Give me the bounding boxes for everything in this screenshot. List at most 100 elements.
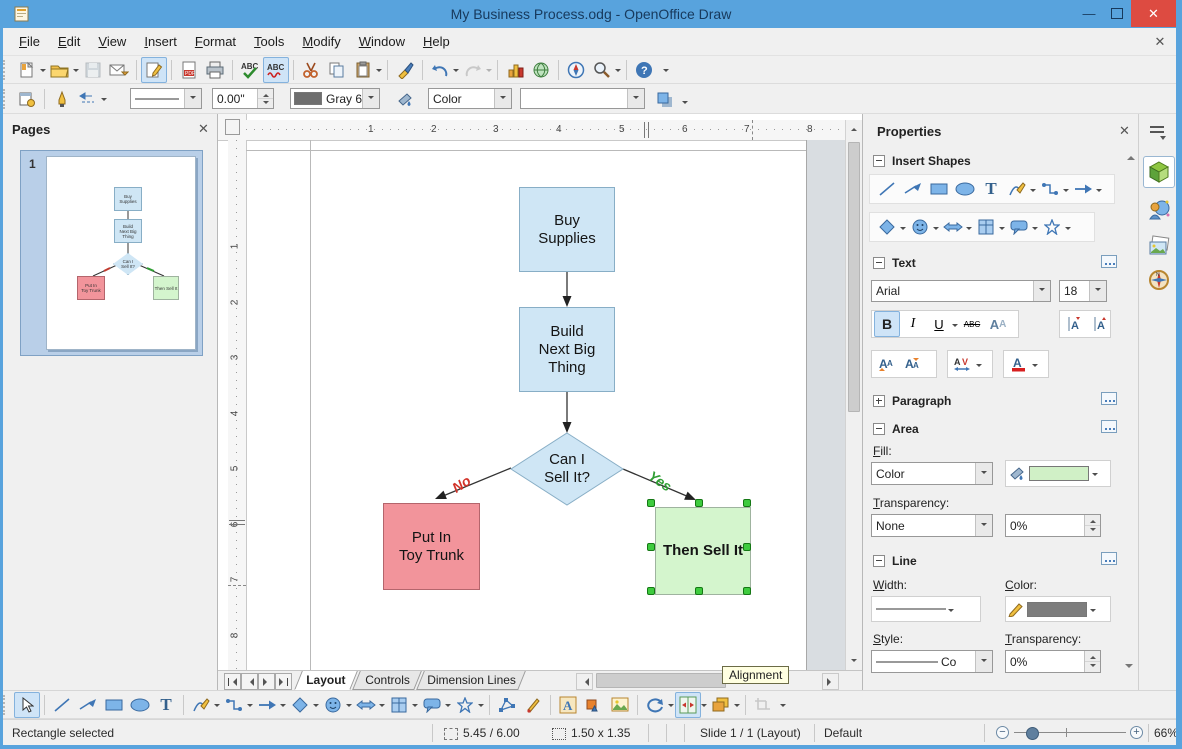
arrow-tool-icon[interactable] — [75, 692, 101, 718]
rotate-dropdown-icon[interactable] — [668, 704, 674, 710]
lines-arrows-dropdown-icon[interactable] — [280, 704, 286, 710]
line-width-spinner[interactable]: 0.00" — [212, 88, 274, 109]
arrange-icon[interactable] — [708, 692, 734, 718]
font-size-select[interactable]: 18 — [1059, 280, 1107, 302]
collapse-icon[interactable] — [873, 423, 885, 435]
line-transparency-down-icon[interactable] — [1085, 662, 1100, 672]
vertical-scrollbar-thumb[interactable] — [848, 142, 860, 412]
zoom-out-icon[interactable]: − — [996, 726, 1009, 739]
arrow-style-dropdown-icon[interactable] — [101, 98, 107, 104]
pages-panel-close-icon[interactable]: ✕ — [198, 121, 209, 137]
undo-dropdown-icon[interactable] — [453, 69, 459, 75]
symbol-shapes-dropdown-icon[interactable] — [346, 704, 352, 710]
block-arrows-tool-icon[interactable] — [940, 214, 966, 240]
hscroll-right-icon[interactable] — [822, 673, 839, 690]
flowchart-node-can-i-sell-it[interactable]: Can I Sell It? — [522, 447, 612, 491]
fontwork-icon[interactable]: A — [555, 692, 581, 718]
arrow-style-icon[interactable] — [75, 86, 101, 112]
transparency-down-icon[interactable] — [1085, 526, 1100, 536]
tab-dimension-lines[interactable]: Dimension Lines — [416, 671, 526, 690]
glue-points-icon[interactable] — [520, 692, 546, 718]
zoom-level[interactable]: 66% — [1154, 726, 1178, 740]
sidebar-tab-navigator[interactable]: N — [1143, 264, 1175, 296]
flowchart-tool-icon[interactable] — [386, 692, 412, 718]
menu-modify[interactable]: Modify — [293, 30, 349, 53]
increase-spacing-icon[interactable]: A — [1062, 311, 1088, 337]
area-dialog-launcher-icon[interactable] — [1101, 420, 1117, 433]
arrow-tool-icon[interactable] — [900, 176, 926, 202]
navigator-icon[interactable] — [563, 57, 589, 83]
close-button[interactable]: ✕ — [1131, 0, 1176, 27]
menu-format[interactable]: Format — [186, 30, 245, 53]
menu-file[interactable]: File — [10, 30, 49, 53]
rectangle-tool-icon[interactable] — [926, 176, 952, 202]
character-spacing-dropdown-icon[interactable] — [976, 363, 982, 370]
line-transparency-spinner[interactable]: 0% — [1005, 650, 1101, 673]
line-style-select[interactable] — [130, 88, 202, 109]
font-name-value[interactable]: Arial — [872, 284, 1033, 298]
toolbar-grip[interactable] — [3, 88, 10, 109]
select-tool-icon[interactable] — [14, 691, 40, 718]
sidebar-tab-images[interactable] — [1143, 230, 1175, 262]
paste-icon[interactable] — [350, 57, 376, 83]
spellcheck-icon[interactable]: ABC — [237, 57, 263, 83]
zoom-in-icon[interactable]: + — [1130, 726, 1143, 739]
transparency-value-spinner[interactable]: 0% — [1005, 514, 1101, 537]
panel-scroll-down-icon[interactable] — [1125, 664, 1133, 672]
area-fill-type-select[interactable]: Color — [871, 462, 993, 485]
area-fill-color-button[interactable] — [1005, 460, 1111, 487]
flowchart-dropdown-icon[interactable] — [999, 226, 1005, 233]
ellipse-tool-icon[interactable] — [127, 692, 153, 718]
shadow-icon[interactable] — [652, 87, 678, 113]
flowchart-node-put-in-toy-trunk[interactable]: Put In Toy Trunk — [383, 503, 480, 590]
ellipse-tool-icon[interactable] — [952, 176, 978, 202]
block-arrows-dropdown-icon[interactable] — [379, 704, 385, 710]
sidebar-tab-gallery[interactable] — [1143, 194, 1175, 226]
connector-tool-icon[interactable] — [221, 692, 247, 718]
basic-shapes-tool-icon[interactable] — [287, 692, 313, 718]
styles-icon[interactable] — [14, 86, 40, 112]
alignment-icon[interactable] — [675, 691, 701, 718]
selection-handle[interactable] — [647, 587, 655, 595]
line-color-dropdown-icon[interactable] — [1090, 608, 1096, 615]
curve-dropdown-icon[interactable] — [214, 704, 220, 710]
area-dialog-icon[interactable] — [392, 87, 418, 113]
curve-tool-icon[interactable] — [1004, 176, 1030, 202]
stars-tool-icon[interactable] — [452, 692, 478, 718]
new-dropdown-icon[interactable] — [40, 69, 46, 75]
callouts-tool-icon[interactable] — [1006, 214, 1032, 240]
menu-edit[interactable]: Edit — [49, 30, 89, 53]
section-insert-shapes[interactable]: Insert Shapes — [873, 154, 971, 168]
fill-type-value[interactable]: Color — [429, 92, 494, 106]
export-pdf-icon[interactable]: PDF — [176, 57, 202, 83]
chart-icon[interactable] — [502, 57, 528, 83]
arrange-dropdown-icon[interactable] — [734, 704, 740, 710]
selection-handle[interactable] — [695, 587, 703, 595]
menu-insert[interactable]: Insert — [135, 30, 186, 53]
line-dialog-icon[interactable] — [49, 86, 75, 112]
clone-formatting-icon[interactable] — [392, 57, 418, 83]
autospellcheck-icon[interactable]: ABC — [263, 56, 289, 83]
edit-points-icon[interactable] — [494, 692, 520, 718]
transparency-mode-select[interactable]: None — [871, 514, 993, 537]
toolbar-grip[interactable] — [3, 694, 10, 715]
text-tool-icon[interactable]: T — [153, 692, 179, 718]
line-tool-icon[interactable] — [874, 176, 900, 202]
underline-dropdown-icon[interactable] — [952, 323, 958, 330]
zoom-dropdown-icon[interactable] — [615, 69, 621, 75]
scroll-down-icon[interactable] — [846, 654, 862, 670]
print-icon[interactable] — [202, 57, 228, 83]
vertical-scrollbar[interactable] — [845, 120, 862, 670]
selection-handle[interactable] — [743, 543, 751, 551]
selection-handle[interactable] — [695, 499, 703, 507]
curve-tool-icon[interactable] — [188, 692, 214, 718]
toolbar-overflow-icon[interactable] — [663, 69, 669, 75]
paragraph-dialog-launcher-icon[interactable] — [1101, 392, 1117, 405]
menu-tools[interactable]: Tools — [245, 30, 293, 53]
horizontal-scrollbar-thumb[interactable] — [596, 673, 726, 688]
font-name-select[interactable]: Arial — [871, 280, 1051, 302]
area-fill-color-dropdown-icon[interactable] — [1092, 473, 1098, 479]
line-transparency-value[interactable]: 0% — [1006, 655, 1084, 669]
lines-arrows-tool-icon[interactable] — [254, 692, 280, 718]
connector-dropdown-icon[interactable] — [1063, 188, 1069, 195]
